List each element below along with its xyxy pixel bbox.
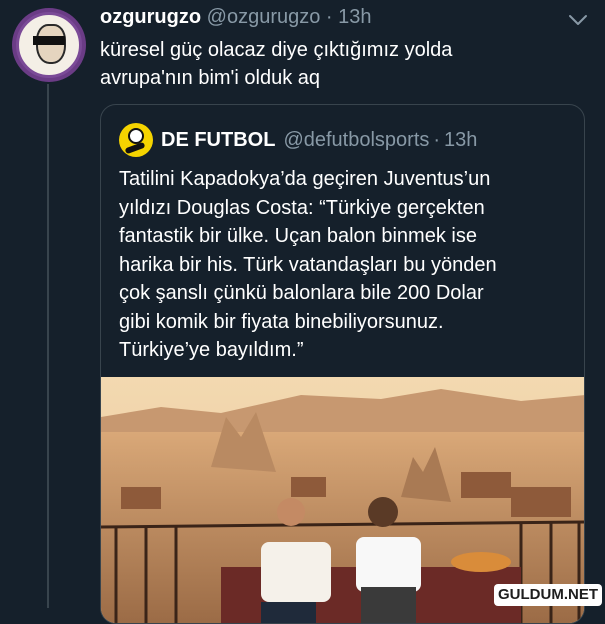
tweet-text-line: avrupa'nın bim'i olduk aq — [100, 67, 320, 89]
thread-line — [47, 84, 49, 608]
quoted-tweet-card[interactable]: DE FUTBOL @defutbolsports · 13h Tatilini… — [100, 104, 585, 624]
quoted-text-line: yıldızı Douglas Costa: “Türkiye gerçekte… — [119, 196, 485, 219]
quoted-text-line: Tatilini Kapadokya’da geçiren Juventus’u… — [119, 168, 491, 190]
tweet-timestamp[interactable]: 13h — [338, 6, 371, 28]
user-handle[interactable]: @ozgurugzo — [207, 6, 321, 28]
tweet-text-line: küresel güç olacaz diye çıktığımız yolda — [100, 39, 453, 61]
separator-dot: · — [433, 128, 441, 151]
quoted-text-line: fantastik bir ülke. Uçan balon binmek is… — [119, 225, 477, 247]
quoted-user-handle: @defutbolsports — [283, 128, 430, 151]
quoted-timestamp: 13h — [444, 128, 478, 151]
quoted-tweet-header: DE FUTBOL @defutbolsports · 13h — [119, 123, 477, 157]
quoted-tweet-text: Tatilini Kapadokya’da geçiren Juventus’u… — [119, 165, 559, 365]
soccer-ball-logo-icon — [119, 123, 153, 157]
quoted-text-line: Türkiye’ye bayıldım.” — [119, 339, 304, 361]
quoted-text-line: gibi komik bir fiyata binebiliyorsunuz. — [119, 310, 444, 333]
tweet-text: küresel güç olacaz diye çıktığımız yolda… — [100, 36, 580, 92]
quoted-text-line: çok şanslı çünkü balonlara bile 200 Dola… — [119, 282, 484, 304]
display-name[interactable]: ozgurugzo — [100, 6, 201, 28]
quoted-display-name: DE FUTBOL — [161, 128, 276, 151]
chevron-down-icon[interactable] — [566, 8, 590, 32]
watermark: GULDUM.NET — [494, 584, 602, 606]
avatar-censor-bar — [33, 36, 65, 45]
user-avatar[interactable] — [12, 8, 86, 82]
tweet-header: ozgurugzo @ozgurugzo · 13h — [100, 6, 372, 29]
quoted-text-line: harika bir his. Türk vatandaşları bu yön… — [119, 253, 497, 276]
separator-dot: · — [325, 6, 333, 28]
